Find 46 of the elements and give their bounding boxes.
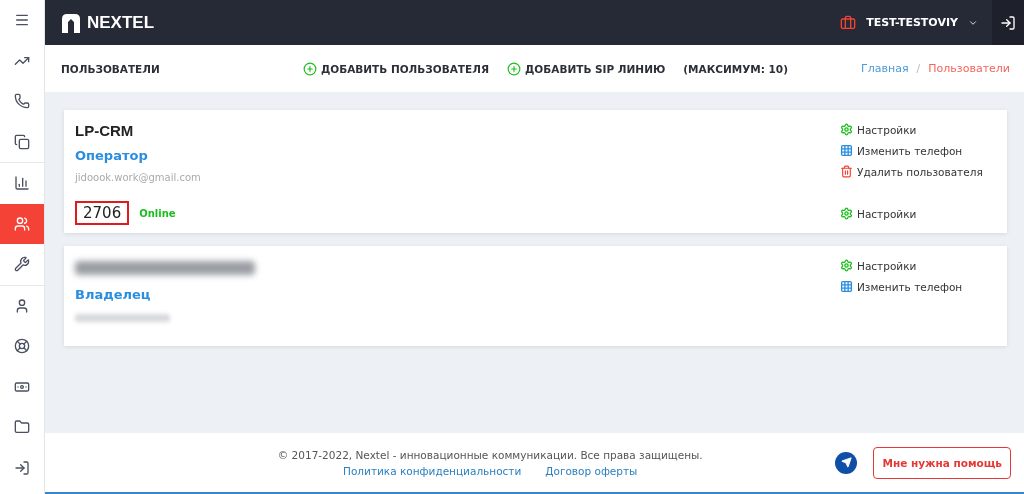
help-button[interactable]: Мне нужна помощь	[873, 446, 1011, 479]
gear-icon	[840, 207, 853, 220]
footer-link[interactable]: Договор оферты	[545, 464, 638, 477]
gear-icon	[840, 123, 853, 136]
action-link[interactable]: Настройки	[840, 123, 995, 136]
gear-icon	[840, 259, 853, 272]
user-email: jidoook.work@gmail.com	[75, 172, 202, 183]
user-role: Оператор	[75, 148, 149, 163]
action-link[interactable]: Удалить пользователя	[840, 165, 995, 178]
add-link[interactable]: ДОБАВИТЬ ПОЛЬЗОВАТЕЛЯ	[302, 61, 489, 76]
phone-icon	[14, 93, 30, 110]
login-icon	[14, 459, 30, 476]
plus-icon	[507, 61, 521, 76]
status-text: Online	[139, 207, 176, 219]
logo-text: NEXTEL	[87, 12, 155, 33]
logout-button[interactable]	[992, 0, 1024, 45]
bar-chart-icon	[14, 175, 30, 192]
breadcrumb-separator: /	[916, 62, 921, 75]
sidebar-item[interactable]	[0, 203, 44, 244]
page-title: ПОЛЬЗОВАТЕЛИ	[61, 62, 160, 75]
action-link[interactable]: Настройки	[840, 259, 995, 272]
folder-icon	[14, 419, 30, 436]
limit-text: (МАКСИМУМ: 10)	[683, 62, 788, 75]
copy-icon	[14, 133, 30, 150]
copyright-text: © 2017-2022, Nextel - инновационные коммуникации. Все права защищены.	[277, 448, 703, 461]
logout-icon	[1000, 14, 1016, 31]
briefcase-icon	[840, 14, 857, 31]
telegram-icon[interactable]	[835, 451, 858, 474]
plus-icon	[302, 61, 317, 76]
action-link[interactable]: Изменить телефон	[840, 144, 995, 157]
user-role: Владелец	[75, 287, 152, 302]
user-icon	[14, 297, 30, 314]
logo-icon	[61, 12, 81, 33]
user-name: LP-CRM	[75, 122, 135, 139]
account-name[interactable]: TEST-TESTOVIY	[866, 16, 958, 29]
lifebuoy-icon	[14, 338, 30, 355]
extension-number: 2706	[75, 201, 130, 225]
action-link[interactable]: Настройки	[840, 207, 995, 220]
footer-link[interactable]: Политика конфиденциальности	[343, 464, 522, 477]
users-icon	[14, 215, 30, 232]
wrench-icon	[14, 256, 30, 273]
add-link[interactable]: ДОБАВИТЬ SIP ЛИНИЮ	[507, 61, 666, 76]
trash-icon	[840, 165, 853, 178]
keypad-icon	[840, 144, 853, 157]
keypad-icon	[840, 280, 853, 293]
action-link[interactable]: Изменить телефон	[840, 280, 995, 293]
